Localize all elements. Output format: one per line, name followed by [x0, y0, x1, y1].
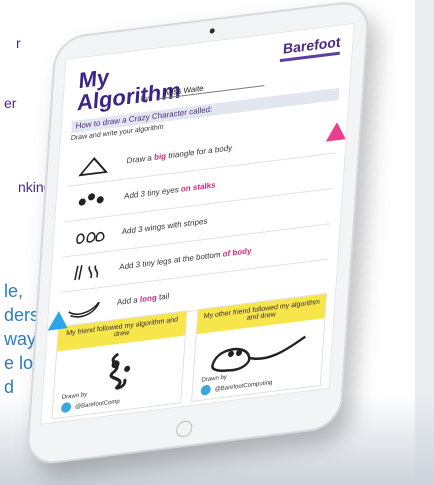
social-tag: @BarefootComp [74, 398, 120, 411]
tablet-device: Barefoot My Algorithm by Miss Waite How … [25, 0, 371, 467]
step-text: Add 3 tiny legs at the bottom of body [119, 246, 252, 272]
friend-drawing-card: My friend followed my algorithm and drew… [51, 310, 188, 420]
step-text-highlight: of body [222, 246, 252, 259]
triangle-icon [78, 157, 108, 177]
step-text: Add a long tail [117, 291, 170, 307]
home-button[interactable] [175, 419, 193, 438]
step-text-before: Draw a [126, 152, 155, 166]
left-text-line-2: er [4, 95, 17, 111]
step-text-highlight: long [139, 292, 158, 305]
left-text-line-1: r [16, 35, 21, 51]
step-text-before: Add 3 tiny eyes [123, 184, 182, 201]
twitter-icon [200, 384, 212, 396]
step-text-after: triangle for a body [165, 143, 233, 161]
decorative-blue-shape [47, 309, 69, 331]
tail-icon [68, 301, 100, 318]
eyes-icon [78, 193, 104, 206]
step-text-after: tail [156, 291, 170, 303]
other-friend-drawing-card: My other friend followed my algorithm an… [191, 292, 328, 402]
step-text-before: Add 3 wings with stripes [121, 216, 208, 237]
left-text-line-4: le, [4, 281, 24, 301]
camera-icon [209, 28, 215, 34]
twitter-icon [60, 401, 72, 414]
worksheet-screen: Barefoot My Algorithm by Miss Waite How … [40, 22, 355, 425]
worksheet-title: My Algorithm [76, 57, 183, 115]
step-text-highlight: on stalks [180, 180, 216, 194]
social-tag: @BarefootComputing [214, 379, 273, 394]
step-text: Draw a big triangle for a body [126, 143, 232, 165]
legs-icon [74, 265, 99, 281]
left-text-line-8: d [4, 377, 15, 397]
step-text: Add 3 wings with stripes [121, 216, 207, 236]
wings-icon [76, 231, 105, 244]
step-text-highlight: big [153, 151, 167, 163]
decorative-pink-shape [325, 120, 347, 142]
by-label: by [140, 93, 150, 104]
step-text-before: Add 3 tiny legs at the bottom [118, 249, 223, 272]
step-text: Add 3 tiny eyes on stalks [124, 180, 216, 200]
step-text-before: Add a [116, 295, 141, 308]
